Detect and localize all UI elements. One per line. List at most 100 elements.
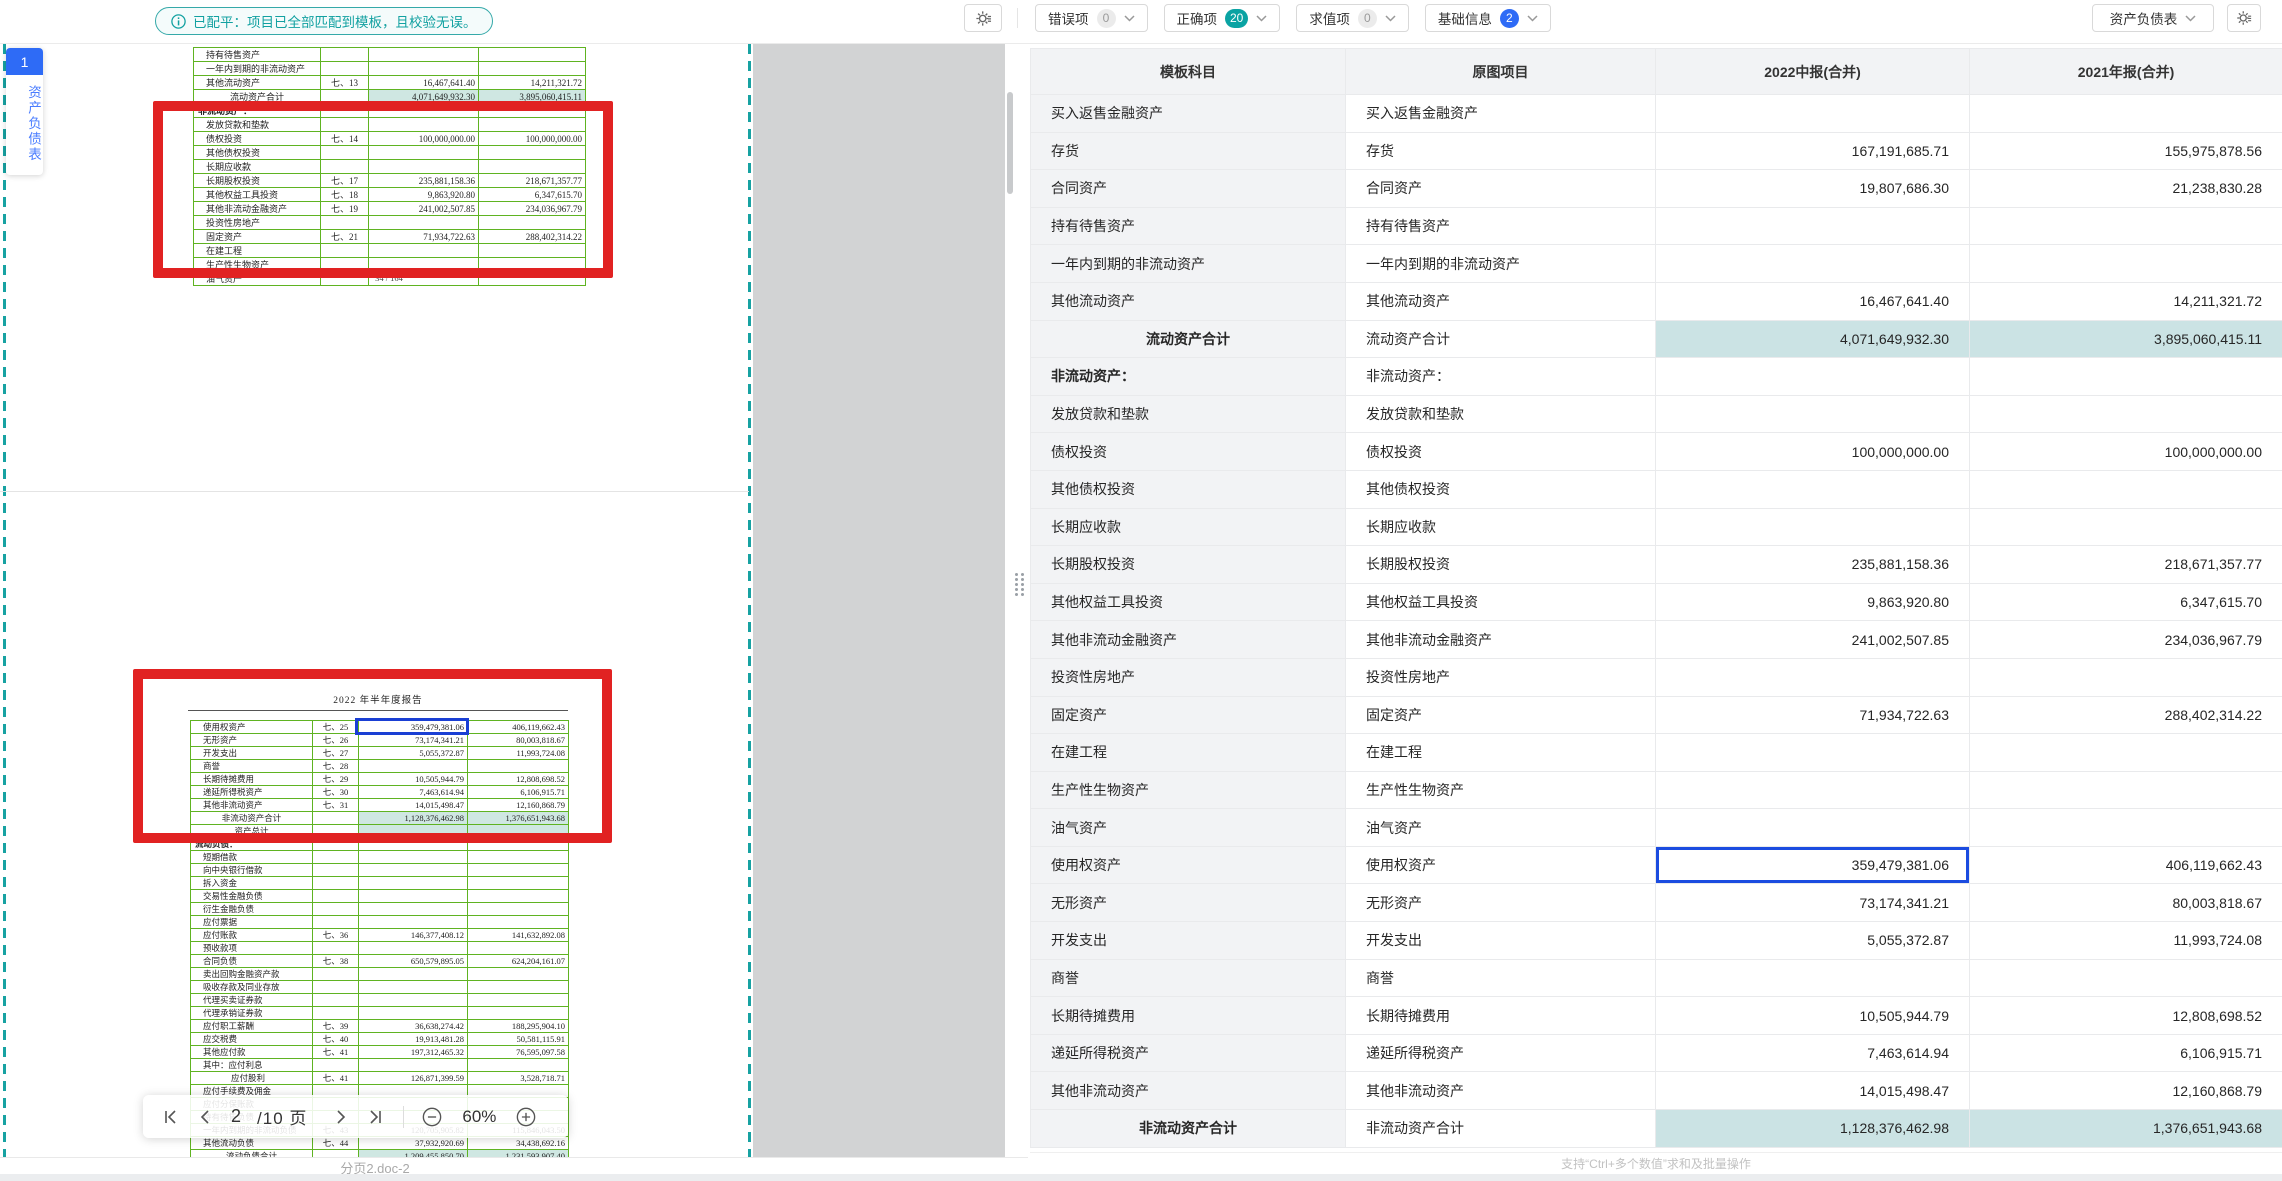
value-2021-cell[interactable] <box>1970 245 2282 283</box>
filter-button-2[interactable]: 求值项0 <box>1296 4 1409 32</box>
value-2021-cell[interactable]: 12,808,698.52 <box>1970 997 2282 1035</box>
value-2022-cell[interactable]: 241,002,507.85 <box>1656 621 1970 659</box>
value-2022-cell[interactable]: 14,015,498.47 <box>1656 1072 1970 1110</box>
value-2022-cell[interactable]: 73,174,341.21 <box>1656 884 1970 922</box>
value-2021-cell[interactable]: 100,000,000.00 <box>1970 433 2282 471</box>
original-item-cell[interactable]: 持有待售资产 <box>1346 207 1656 245</box>
original-item-cell[interactable]: 投资性房地产 <box>1346 658 1656 696</box>
original-item-cell[interactable]: 使用权资产 <box>1346 846 1656 884</box>
original-item-cell[interactable]: 发放贷款和垫款 <box>1346 395 1656 433</box>
template-subject-cell[interactable]: 发放贷款和垫款 <box>1031 395 1346 433</box>
value-2021-cell[interactable]: 12,160,868.79 <box>1970 1072 2282 1110</box>
first-page-button[interactable] <box>161 1107 181 1127</box>
next-page-button[interactable] <box>331 1107 351 1127</box>
template-subject-cell[interactable]: 长期应收款 <box>1031 508 1346 546</box>
value-2022-cell[interactable]: 9,863,920.80 <box>1656 583 1970 621</box>
prev-page-button[interactable] <box>195 1107 215 1127</box>
original-item-cell[interactable]: 商誉 <box>1346 959 1656 997</box>
value-2021-cell[interactable] <box>1970 771 2282 809</box>
current-page-input[interactable]: 2 <box>231 1106 241 1127</box>
value-2021-cell[interactable]: 21,238,830.28 <box>1970 170 2282 208</box>
value-2022-cell[interactable]: 7,463,614.94 <box>1656 1034 1970 1072</box>
template-subject-cell[interactable]: 债权投资 <box>1031 433 1346 471</box>
template-subject-cell[interactable]: 商誉 <box>1031 959 1346 997</box>
value-2022-cell[interactable] <box>1656 470 1970 508</box>
value-2022-cell[interactable] <box>1656 95 1970 133</box>
value-2022-cell[interactable] <box>1656 508 1970 546</box>
value-2022-cell[interactable]: 100,000,000.00 <box>1656 433 1970 471</box>
filter-button-1[interactable]: 正确项20 <box>1164 4 1281 32</box>
original-item-cell[interactable]: 其他非流动金融资产 <box>1346 621 1656 659</box>
original-item-cell[interactable]: 存货 <box>1346 132 1656 170</box>
document-scrollbar[interactable] <box>1007 92 1013 194</box>
value-2021-cell[interactable] <box>1970 470 2282 508</box>
value-2022-cell[interactable] <box>1656 207 1970 245</box>
original-item-cell[interactable]: 无形资产 <box>1346 884 1656 922</box>
value-2021-cell[interactable] <box>1970 734 2282 772</box>
template-subject-cell[interactable]: 开发支出 <box>1031 922 1346 960</box>
value-2022-cell[interactable]: 235,881,158.36 <box>1656 546 1970 584</box>
original-item-cell[interactable]: 其他债权投资 <box>1346 470 1656 508</box>
value-2021-cell[interactable] <box>1970 95 2282 133</box>
value-2021-cell[interactable]: 11,993,724.08 <box>1970 922 2282 960</box>
zoom-in-button[interactable] <box>516 1107 536 1127</box>
value-2022-cell[interactable]: 4,071,649,932.30 <box>1656 320 1970 358</box>
template-subject-cell[interactable]: 其他流动资产 <box>1031 282 1346 320</box>
template-subject-cell[interactable]: 非流动资产合计 <box>1031 1110 1346 1148</box>
original-item-cell[interactable]: 买入返售金融资产 <box>1346 95 1656 133</box>
value-2021-cell[interactable] <box>1970 508 2282 546</box>
value-2021-cell[interactable] <box>1970 395 2282 433</box>
value-2021-cell[interactable]: 234,036,967.79 <box>1970 621 2282 659</box>
value-2021-cell[interactable]: 6,347,615.70 <box>1970 583 2282 621</box>
value-2022-cell[interactable] <box>1656 734 1970 772</box>
original-item-cell[interactable]: 开发支出 <box>1346 922 1656 960</box>
value-2022-cell[interactable]: 1,128,376,462.98 <box>1656 1110 1970 1148</box>
value-2022-cell[interactable]: 16,467,641.40 <box>1656 282 1970 320</box>
original-item-cell[interactable]: 生产性生物资产 <box>1346 771 1656 809</box>
template-subject-cell[interactable]: 其他非流动资产 <box>1031 1072 1346 1110</box>
template-subject-cell[interactable]: 买入返售金融资产 <box>1031 95 1346 133</box>
value-2022-cell[interactable] <box>1656 245 1970 283</box>
panel-splitter-handle[interactable] <box>1015 573 1026 599</box>
original-item-cell[interactable]: 一年内到期的非流动资产 <box>1346 245 1656 283</box>
template-subject-cell[interactable]: 固定资产 <box>1031 696 1346 734</box>
value-2022-cell[interactable]: 10,505,944.79 <box>1656 997 1970 1035</box>
value-2021-cell[interactable] <box>1970 207 2282 245</box>
original-item-cell[interactable]: 长期应收款 <box>1346 508 1656 546</box>
template-subject-cell[interactable]: 其他债权投资 <box>1031 470 1346 508</box>
template-subject-cell[interactable]: 其他权益工具投资 <box>1031 583 1346 621</box>
original-item-cell[interactable]: 固定资产 <box>1346 696 1656 734</box>
template-subject-cell[interactable]: 流动资产合计 <box>1031 320 1346 358</box>
value-2022-cell[interactable]: 19,807,686.30 <box>1656 170 1970 208</box>
template-subject-cell[interactable]: 投资性房地产 <box>1031 658 1346 696</box>
value-2021-cell[interactable]: 14,211,321.72 <box>1970 282 2282 320</box>
template-subject-cell[interactable]: 一年内到期的非流动资产 <box>1031 245 1346 283</box>
template-subject-cell[interactable]: 合同资产 <box>1031 170 1346 208</box>
filter-button-0[interactable]: 错误项0 <box>1035 4 1148 32</box>
value-2021-cell[interactable] <box>1970 809 2282 847</box>
original-item-cell[interactable]: 债权投资 <box>1346 433 1656 471</box>
value-2022-cell[interactable] <box>1656 658 1970 696</box>
value-2021-cell[interactable]: 6,106,915.71 <box>1970 1034 2282 1072</box>
value-2022-cell[interactable]: 167,191,685.71 <box>1656 132 1970 170</box>
value-2022-cell[interactable] <box>1656 358 1970 396</box>
sheet-tab-balance[interactable]: 1 资产负债表 <box>6 48 43 175</box>
template-subject-cell[interactable]: 油气资产 <box>1031 809 1346 847</box>
original-item-cell[interactable]: 非流动资产： <box>1346 358 1656 396</box>
template-subject-cell[interactable]: 在建工程 <box>1031 734 1346 772</box>
template-subject-cell[interactable]: 无形资产 <box>1031 884 1346 922</box>
last-page-button[interactable] <box>365 1107 385 1127</box>
value-2022-cell[interactable] <box>1656 809 1970 847</box>
template-subject-cell[interactable]: 长期股权投资 <box>1031 546 1346 584</box>
original-item-cell[interactable]: 流动资产合计 <box>1346 320 1656 358</box>
template-subject-cell[interactable]: 递延所得税资产 <box>1031 1034 1346 1072</box>
template-subject-cell[interactable]: 其他非流动金融资产 <box>1031 621 1346 659</box>
template-subject-cell[interactable]: 使用权资产 <box>1031 846 1346 884</box>
original-item-cell[interactable]: 长期待摊费用 <box>1346 997 1656 1035</box>
original-item-cell[interactable]: 在建工程 <box>1346 734 1656 772</box>
value-2021-cell[interactable]: 406,119,662.43 <box>1970 846 2282 884</box>
value-2022-cell[interactable]: 71,934,722.63 <box>1656 696 1970 734</box>
template-subject-cell[interactable]: 持有待售资产 <box>1031 207 1346 245</box>
filter-button-3[interactable]: 基础信息2 <box>1425 4 1551 32</box>
value-2021-cell[interactable]: 1,376,651,943.68 <box>1970 1110 2282 1148</box>
